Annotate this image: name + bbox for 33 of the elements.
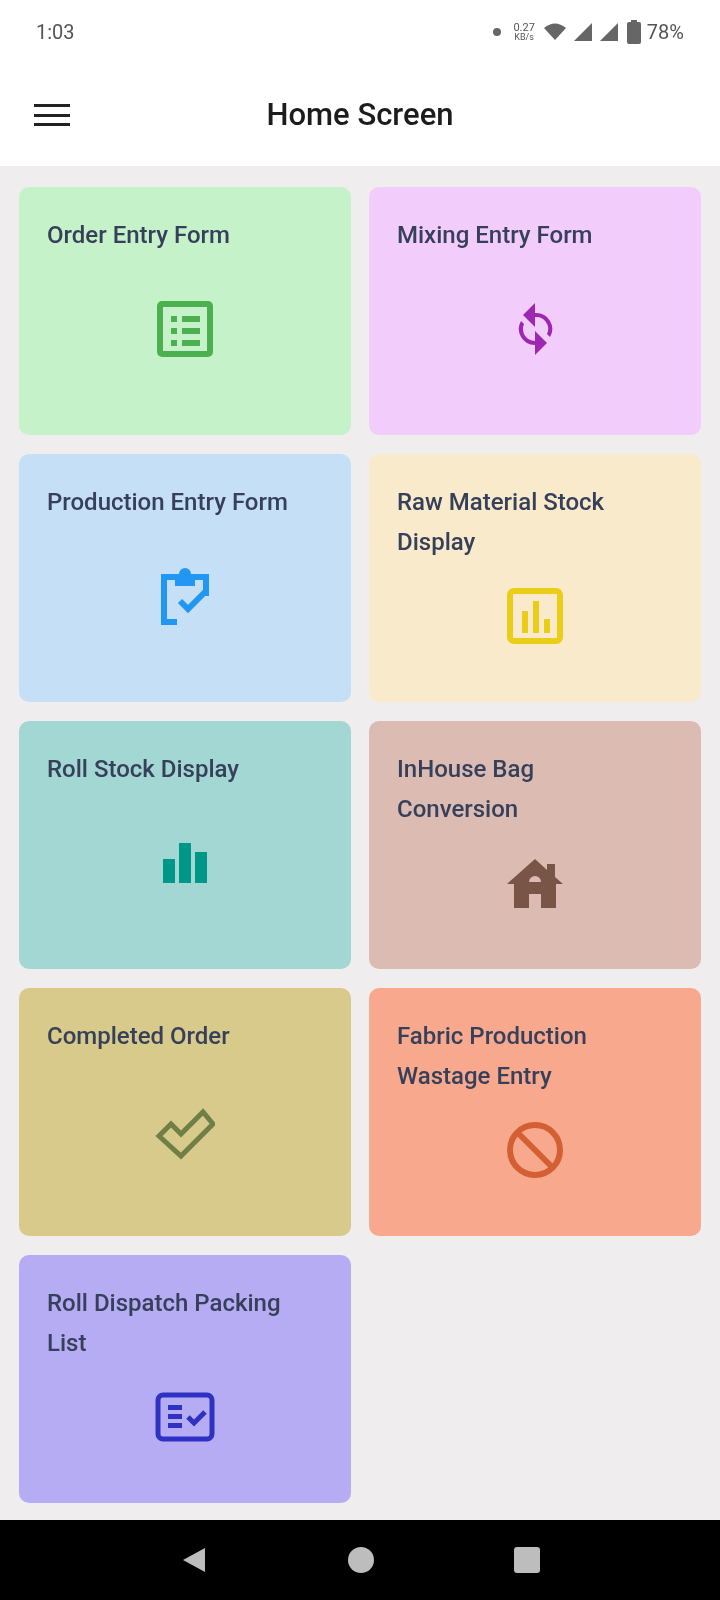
menu-tile[interactable]: Roll Stock Display	[19, 721, 351, 969]
signal-icon	[598, 22, 619, 42]
list-icon	[155, 299, 215, 359]
bar-chart-icon	[505, 586, 565, 646]
tile-title: InHouse Bag Conversion	[397, 754, 535, 825]
tile-title: Raw Material Stock Display	[397, 487, 606, 558]
network-speed: 0.27	[513, 22, 535, 33]
tile-title: Completed Order	[47, 1021, 231, 1052]
tile-title: Production Entry Form	[47, 487, 289, 518]
tile-title: Mixing Entry Form	[397, 220, 594, 251]
battery-icon	[626, 20, 641, 44]
recents-icon[interactable]	[513, 1546, 541, 1574]
status-time: 1:03	[36, 19, 75, 46]
battery-percentage: 78%	[646, 19, 684, 46]
home-icon[interactable]	[347, 1546, 375, 1574]
menu-tile[interactable]: Raw Material Stock Display	[369, 454, 701, 702]
menu-icon[interactable]	[34, 101, 70, 129]
menu-tile[interactable]: Order Entry Form	[19, 187, 351, 435]
prohibited-icon	[505, 1120, 565, 1180]
menu-tile[interactable]: InHouse Bag Conversion	[369, 721, 701, 969]
menu-tile[interactable]: Completed Order	[19, 988, 351, 1236]
tile-title: Order Entry Form	[47, 220, 231, 251]
network-speed-unit: KB/s	[514, 33, 534, 42]
menu-tile[interactable]: Fabric Production Wastage Entry	[369, 988, 701, 1236]
menu-tile[interactable]: Mixing Entry Form	[369, 187, 701, 435]
screen-title: Home Screen	[266, 94, 454, 135]
menu-tile[interactable]: Roll Dispatch Packing List	[19, 1255, 351, 1503]
tile-title: Fabric Production Wastage Entry	[397, 1021, 588, 1092]
tile-title: Roll Stock Display	[47, 754, 241, 785]
wifi-icon	[542, 22, 567, 42]
signal-icon	[572, 22, 593, 42]
menu-tile[interactable]: Production Entry Form	[19, 454, 351, 702]
tile-title: Roll Dispatch Packing List	[47, 1288, 282, 1359]
